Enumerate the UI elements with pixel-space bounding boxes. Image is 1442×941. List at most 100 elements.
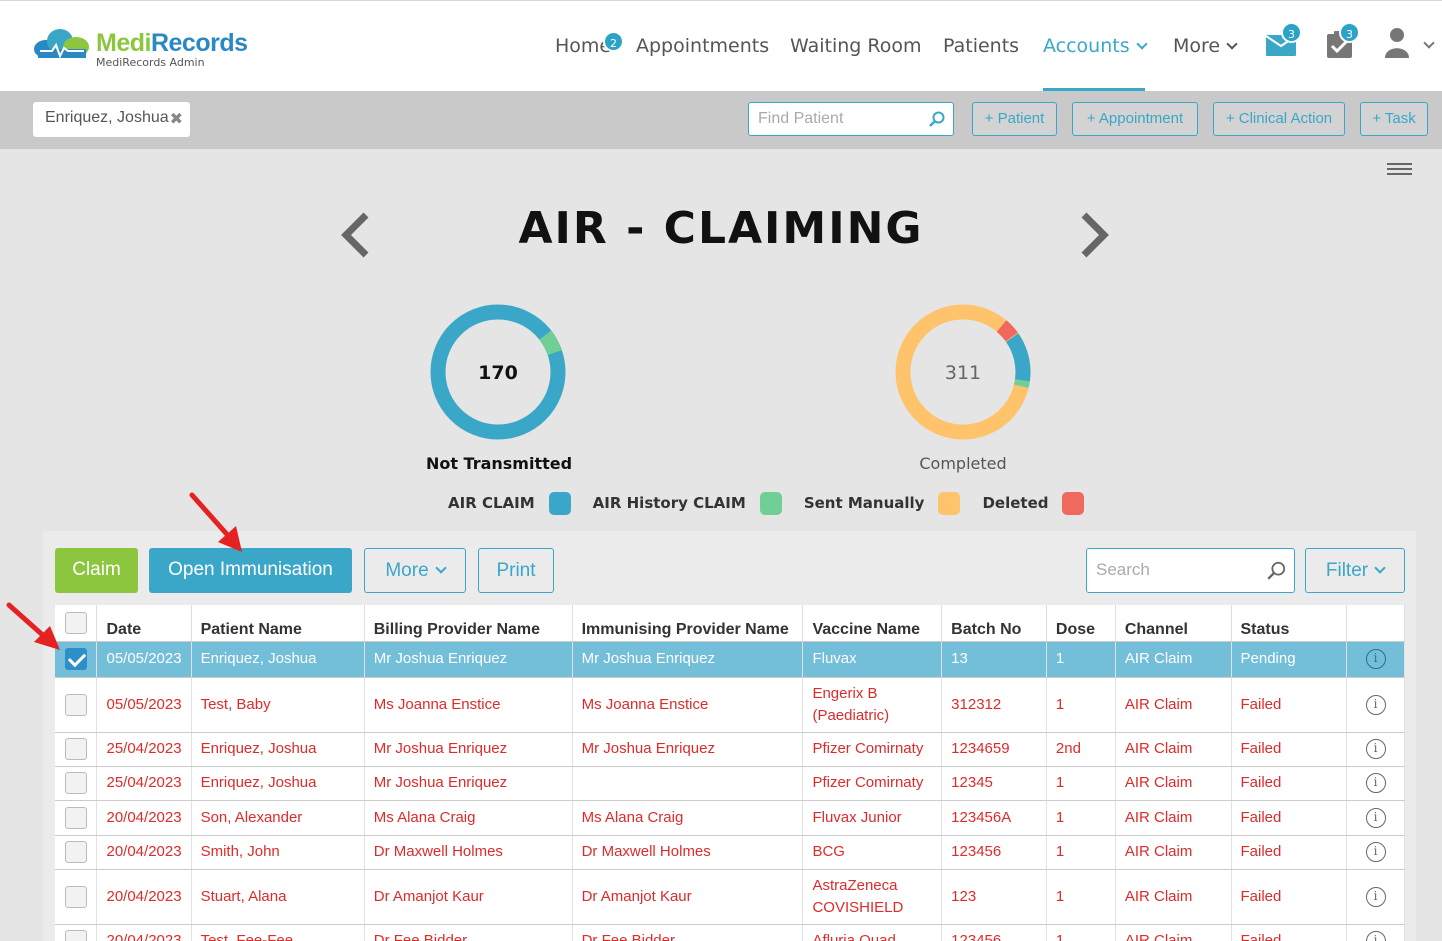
column-header-billing-provider[interactable]: Billing Provider Name [364, 605, 573, 642]
brand-logo[interactable]: MediRecords [32, 27, 248, 59]
cell-channel: AIR Claim [1115, 800, 1232, 836]
select-all-checkbox[interactable] [64, 611, 87, 634]
more-dropdown-button[interactable]: More [364, 548, 466, 593]
row-info-cell: i [1346, 766, 1405, 801]
column-header-date[interactable]: Date [96, 605, 192, 642]
row-checkbox[interactable] [64, 885, 87, 908]
column-header-status[interactable]: Status [1231, 605, 1348, 642]
nav-appointments[interactable]: Appointments [636, 32, 769, 60]
cell-channel: AIR Claim [1115, 835, 1232, 870]
cell-date: 20/04/2023 [96, 924, 192, 941]
column-header-immunising-provider[interactable]: Immunising Provider Name [572, 605, 804, 642]
claims-table: Date Patient Name Billing Provider Name … [55, 605, 1405, 941]
cell-batch: 1234659 [941, 732, 1047, 767]
column-header-batch-no[interactable]: Batch No [941, 605, 1047, 642]
legend-air-claim[interactable]: AIR CLAIM [448, 491, 571, 515]
table-row[interactable]: 20/04/2023 Test, Fee-Fee Dr Fee Bidder D… [55, 924, 1405, 941]
row-checkbox[interactable] [64, 738, 87, 760]
cell-vaccine: Pfizer Comirnaty [802, 732, 943, 767]
nav-accounts[interactable]: Accounts [1043, 32, 1148, 60]
legend-sent-manually[interactable]: Sent Manually [804, 491, 961, 515]
add-clinical-action-button[interactable]: + Clinical Action [1213, 102, 1345, 136]
table-row[interactable]: 20/04/2023 Son, Alexander Ms Alana Craig… [55, 800, 1405, 836]
table-row[interactable]: 25/04/2023 Enriquez, Joshua Mr Joshua En… [55, 732, 1405, 767]
table-row[interactable]: 05/05/2023 Test, Baby Ms Joanna Enstice … [55, 677, 1405, 733]
column-header-dose[interactable]: Dose [1046, 605, 1116, 642]
cell-date: 20/04/2023 [96, 835, 192, 870]
column-header-channel[interactable]: Channel [1115, 605, 1232, 642]
row-checkbox[interactable] [64, 648, 87, 670]
table-search-input[interactable]: Search [1086, 548, 1295, 593]
legend-label: AIR History CLAIM [592, 494, 746, 512]
menu-icon[interactable] [1387, 163, 1412, 178]
cell-immunising [572, 766, 804, 801]
cell-date: 25/04/2023 [96, 766, 192, 801]
legend-deleted[interactable]: Deleted [982, 491, 1085, 515]
nav-home[interactable]: Home [555, 32, 611, 60]
search-icon[interactable] [1267, 561, 1286, 580]
cell-batch: 123456A [941, 800, 1047, 836]
claim-button[interactable]: Claim [55, 548, 138, 593]
column-header-patient-name[interactable]: Patient Name [191, 605, 365, 642]
table-row[interactable]: 05/05/2023 Enriquez, Joshua Mr Joshua En… [55, 641, 1405, 678]
patient-toolbar: Enriquez, Joshua ✖ Find Patient + Patien… [0, 91, 1442, 149]
cell-batch: 12345 [941, 766, 1047, 801]
table-header-row: Date Patient Name Billing Provider Name … [55, 605, 1405, 642]
info-icon[interactable]: i [1365, 694, 1386, 715]
info-icon[interactable]: i [1365, 886, 1386, 907]
filter-dropdown-button[interactable]: Filter [1305, 548, 1405, 593]
chevron-down-icon [1374, 562, 1386, 574]
add-patient-button[interactable]: + Patient [972, 102, 1057, 136]
table-row[interactable]: 25/04/2023 Enriquez, Joshua Mr Joshua En… [55, 766, 1405, 801]
cell-billing: Ms Joanna Enstice [364, 677, 573, 733]
table-row[interactable]: 20/04/2023 Smith, John Dr Maxwell Holmes… [55, 835, 1405, 870]
open-immunisation-button[interactable]: Open Immunisation [149, 548, 352, 593]
find-patient-input[interactable]: Find Patient [748, 102, 954, 136]
column-header-vaccine-name[interactable]: Vaccine Name [802, 605, 943, 642]
row-select-cell [55, 924, 98, 941]
cell-channel: AIR Claim [1115, 641, 1232, 678]
cell-batch: 123 [941, 869, 1047, 925]
nav-more[interactable]: More [1173, 32, 1238, 60]
legend-air-history-claim[interactable]: AIR History CLAIM [592, 491, 782, 515]
row-checkbox[interactable] [64, 806, 87, 829]
add-appointment-button[interactable]: + Appointment [1072, 102, 1198, 136]
row-checkbox[interactable] [64, 930, 87, 941]
cell-dose: 1 [1046, 800, 1116, 836]
legend-label: Deleted [982, 494, 1049, 512]
row-checkbox[interactable] [64, 841, 87, 863]
info-icon[interactable]: i [1365, 739, 1386, 759]
not-transmitted-donut[interactable]: 170 [428, 302, 568, 442]
selected-patient-chip[interactable]: Enriquez, Joshua ✖ [33, 102, 190, 137]
info-icon[interactable]: i [1365, 807, 1386, 828]
tasks-notification-badge: 3 [1339, 22, 1360, 43]
search-icon[interactable] [929, 111, 945, 127]
info-icon[interactable]: i [1365, 649, 1386, 669]
cell-channel: AIR Claim [1115, 766, 1232, 801]
row-checkbox[interactable] [64, 693, 87, 716]
cell-date: 20/04/2023 [96, 800, 192, 836]
table-row[interactable]: 20/04/2023 Stuart, Alana Dr Amanjot Kaur… [55, 869, 1405, 925]
info-icon[interactable]: i [1365, 773, 1386, 793]
close-icon[interactable]: ✖ [170, 109, 183, 129]
cell-billing: Dr Maxwell Holmes [364, 835, 573, 870]
cell-immunising: Dr Maxwell Holmes [572, 835, 804, 870]
cell-batch: 312312 [941, 677, 1047, 733]
nav-more-label: More [1173, 35, 1221, 57]
chevron-right-icon[interactable] [1080, 212, 1110, 258]
add-task-button[interactable]: + Task [1360, 102, 1428, 136]
chevron-down-icon [1226, 38, 1238, 50]
row-checkbox[interactable] [64, 772, 87, 794]
not-transmitted-count: 170 [478, 362, 518, 384]
cloud-logo-icon [34, 29, 89, 59]
search-placeholder: Search [1096, 560, 1150, 579]
completed-donut[interactable]: 311 [893, 302, 1033, 442]
cell-vaccine: Afluria Quad [802, 924, 943, 941]
nav-waiting-room[interactable]: Waiting Room [790, 32, 921, 60]
info-icon[interactable]: i [1365, 931, 1386, 941]
print-button[interactable]: Print [478, 548, 554, 593]
user-menu[interactable] [1385, 27, 1435, 63]
nav-patients[interactable]: Patients [943, 32, 1019, 60]
cell-immunising: Ms Joanna Enstice [572, 677, 804, 733]
info-icon[interactable]: i [1365, 842, 1386, 862]
